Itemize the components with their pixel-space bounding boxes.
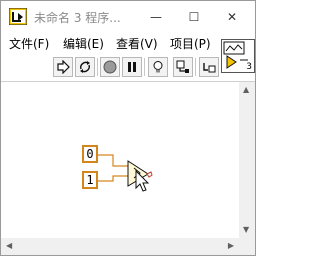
toolbar-separator	[144, 58, 145, 76]
wire-top	[98, 154, 129, 167]
abort-icon	[103, 60, 117, 74]
highlight-execution-icon	[153, 61, 163, 73]
maximize-icon: ☐	[188, 9, 200, 24]
wire-bottom	[98, 175, 129, 182]
menu-project[interactable]: 项目(P)	[170, 35, 211, 52]
run-arrow-icon	[57, 60, 70, 74]
scroll-right-icon[interactable]: ▶	[228, 242, 234, 250]
menu-file[interactable]: 文件(F)	[9, 35, 49, 52]
connector-pane-icon[interactable]: 3	[221, 39, 255, 73]
output-terminal	[146, 171, 153, 178]
run-continuously-icon	[80, 61, 90, 73]
title-bar: 未命名 3 程序... — ☐ ✕	[1, 1, 255, 32]
numeric-constant-bottom[interactable]: 1	[82, 171, 98, 189]
run-button[interactable]	[53, 57, 73, 77]
toolbar-separator	[97, 58, 98, 76]
pause-icon	[128, 62, 136, 72]
highlight-execution-button[interactable]	[148, 57, 168, 77]
vertical-scrollbar[interactable]: ▲ ▼	[239, 82, 255, 238]
minimize-button[interactable]: —	[137, 1, 175, 32]
window-title: 未命名 3 程序...	[34, 11, 121, 25]
scroll-up-icon[interactable]: ▲	[243, 86, 249, 94]
retain-wire-values-icon	[176, 60, 189, 73]
close-button[interactable]: ✕	[213, 1, 251, 32]
connector-pane-number: 3	[246, 62, 252, 72]
pause-button[interactable]	[122, 57, 142, 77]
horizontal-scrollbar[interactable]: ◀ ▶	[1, 238, 239, 255]
scroll-down-icon[interactable]: ▼	[243, 226, 249, 234]
block-diagram-window: 未命名 3 程序... — ☐ ✕ 文件(F) 编辑(E) 查看(V) 项目(P…	[0, 0, 256, 256]
block-diagram-canvas[interactable]: 0 1	[1, 82, 239, 238]
maximize-button[interactable]: ☐	[175, 1, 213, 32]
close-icon: ✕	[226, 9, 238, 24]
menu-view[interactable]: 查看(V)	[116, 35, 158, 52]
toolbar-separator	[195, 58, 196, 76]
retain-wire-values-button[interactable]	[173, 57, 193, 77]
minimize-icon: —	[150, 9, 162, 24]
step-into-icon	[203, 63, 216, 73]
toolbar	[1, 54, 219, 81]
wire-layer	[98, 154, 153, 192]
abort-button[interactable]	[100, 57, 120, 77]
scroll-left-icon[interactable]: ◀	[6, 242, 12, 250]
menu-bar: 文件(F) 编辑(E) 查看(V) 项目(P)	[1, 32, 219, 54]
step-into-button[interactable]	[199, 57, 219, 77]
menu-edit[interactable]: 编辑(E)	[63, 35, 104, 52]
numeric-constant-top[interactable]: 0	[82, 145, 98, 163]
labview-app-icon	[9, 8, 27, 25]
scroll-corner	[239, 238, 255, 255]
run-continuously-button[interactable]	[75, 57, 95, 77]
